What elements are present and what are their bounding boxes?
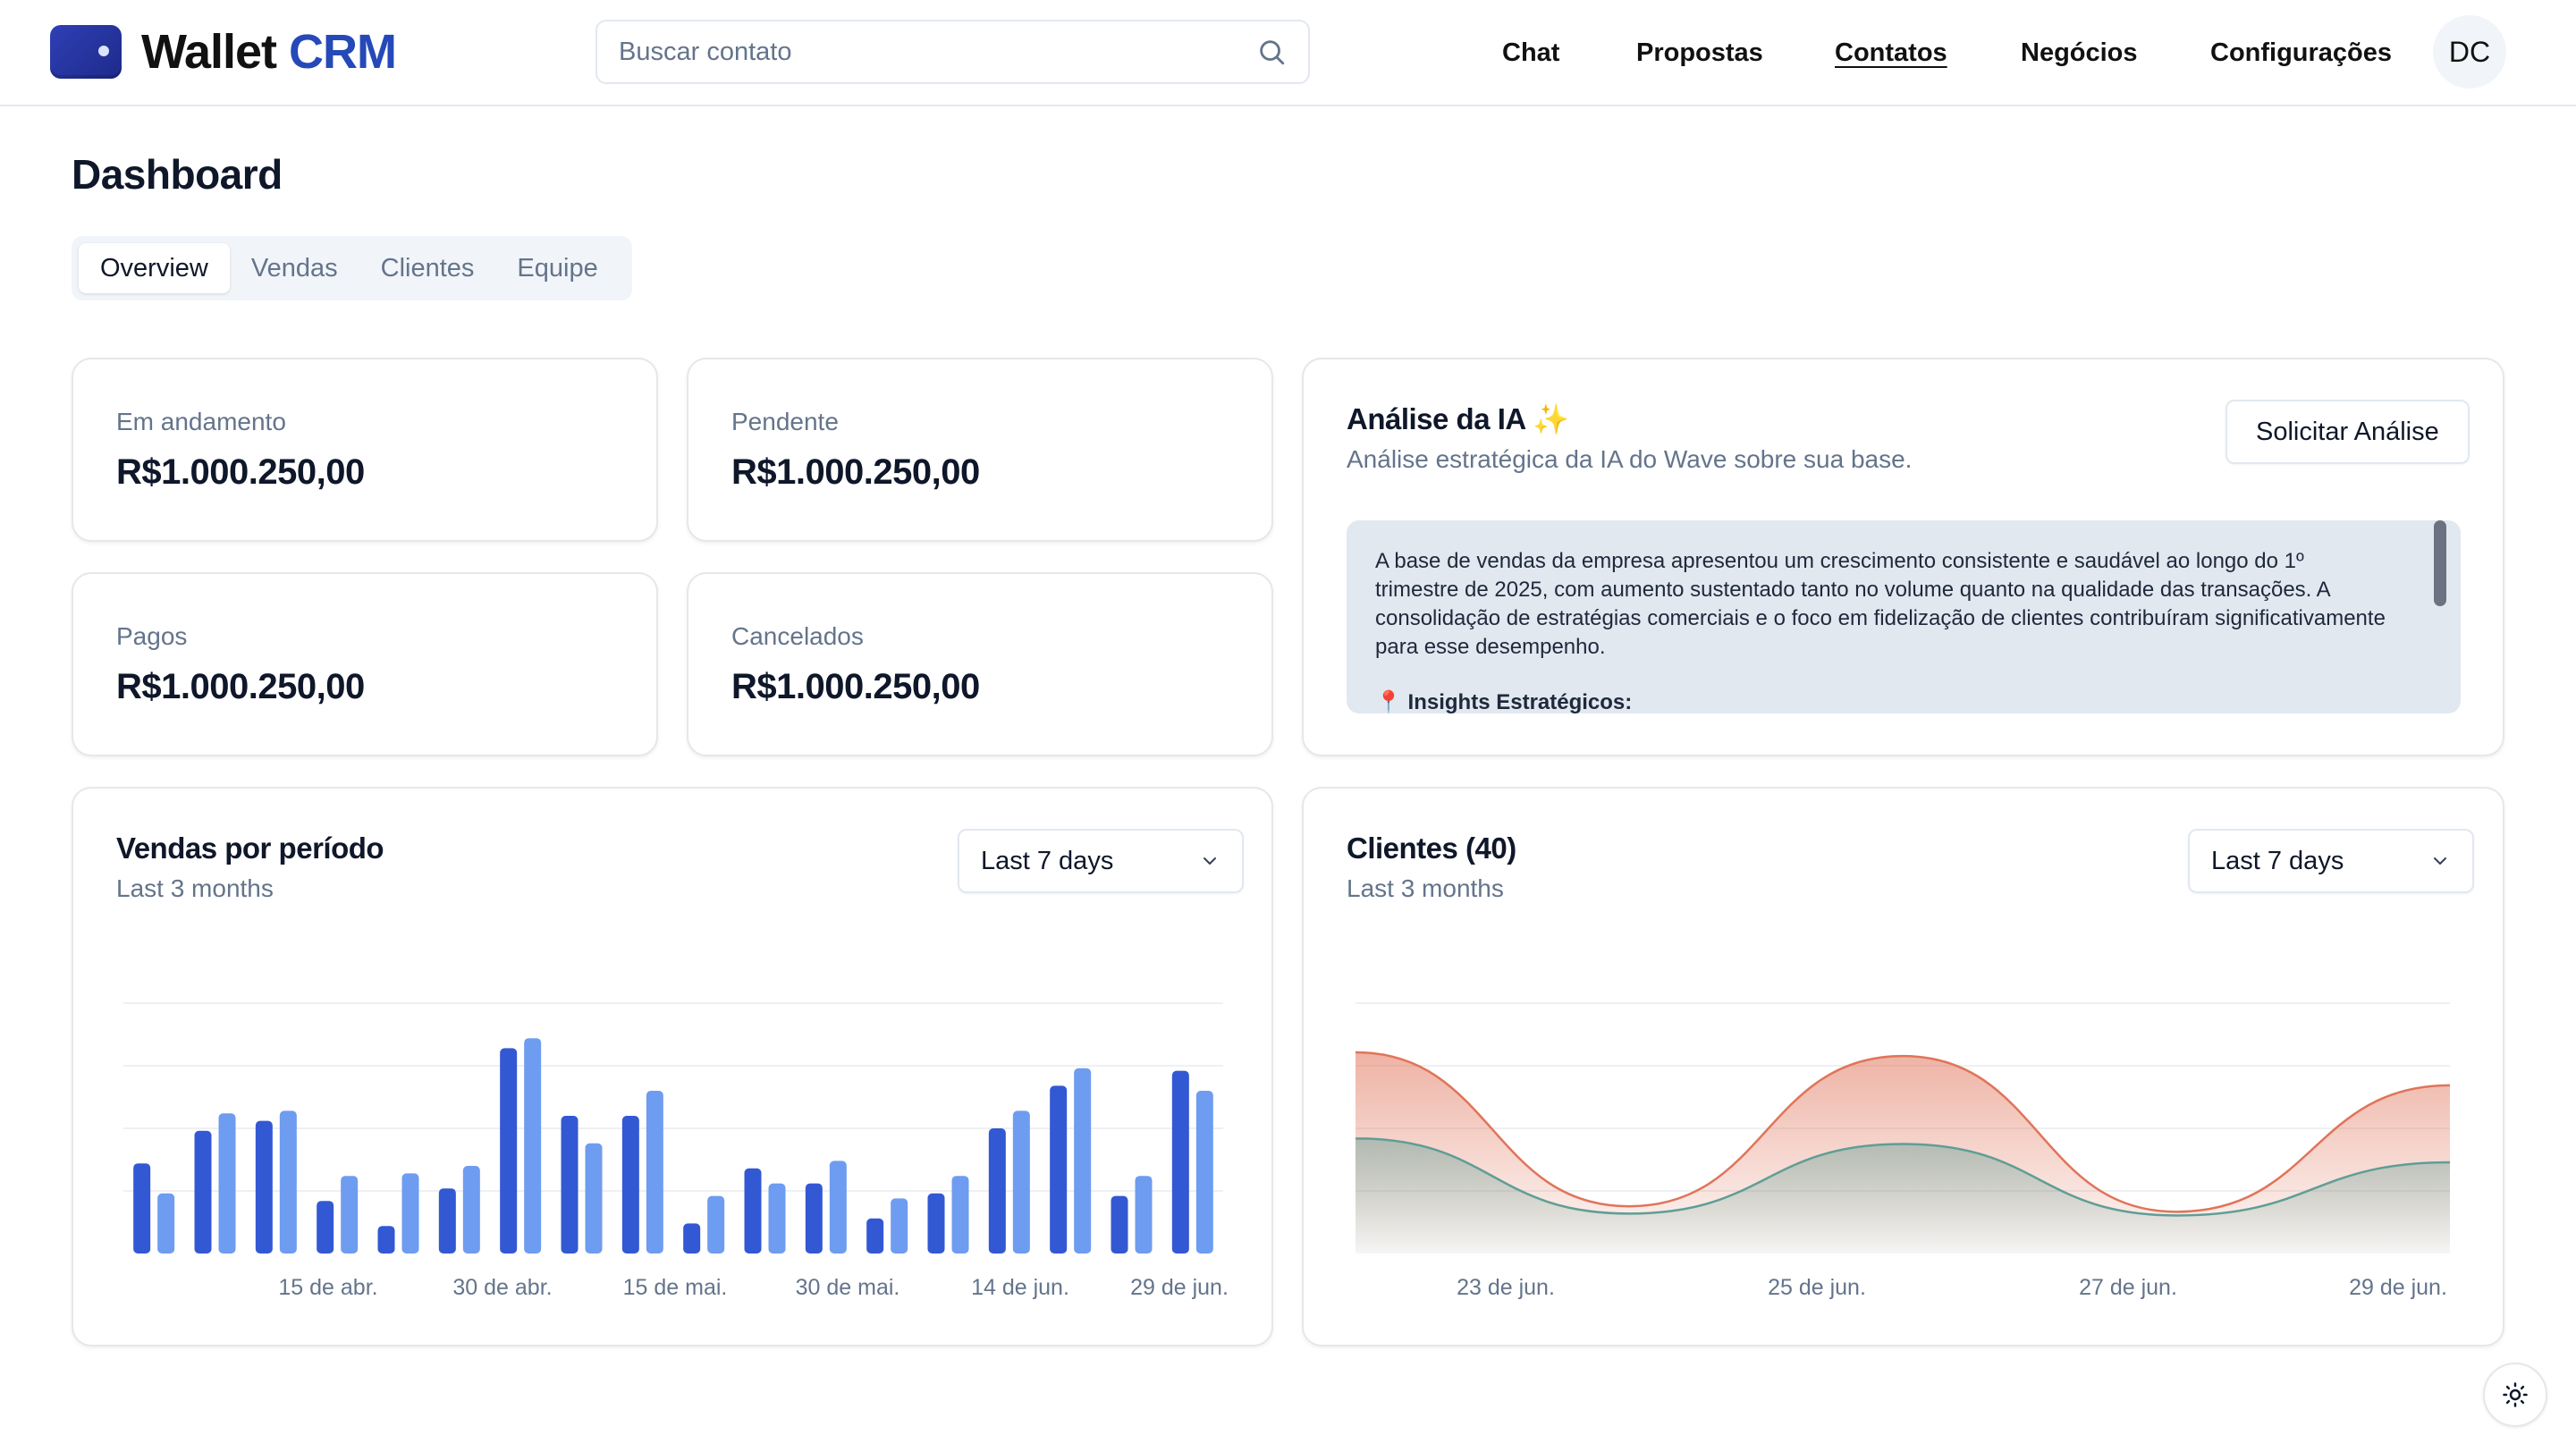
chart-bar[interactable] (1171, 1070, 1189, 1254)
chart-bar[interactable] (157, 1193, 175, 1254)
tab-clientes[interactable]: Clientes (359, 243, 496, 293)
chart-bar[interactable] (133, 1163, 151, 1254)
chart-bar[interactable] (829, 1161, 847, 1254)
chart-bar[interactable] (317, 1201, 334, 1254)
chart-bar[interactable] (1050, 1085, 1068, 1254)
x-tick-label: 30 de mai. (796, 1275, 900, 1300)
clients-area-chart: 23 de jun. 25 de jun. 27 de jun. 29 de jun. (1355, 1002, 2451, 1300)
search-input[interactable] (619, 37, 1256, 67)
sales-bar-chart: 15 de abr. 30 de abr. 15 de mai. 30 de mai.… (123, 1002, 1229, 1300)
user-avatar[interactable]: DC (2433, 15, 2506, 89)
tab-equipe[interactable]: Equipe (495, 243, 619, 293)
nav-configuracoes-label[interactable]: Configurações (2210, 38, 2392, 68)
nav-negocios[interactable]: Negócios (2021, 0, 2138, 106)
x-tick-label: 14 de jun. (971, 1275, 1069, 1300)
x-tick-label: 15 de mai. (623, 1275, 728, 1300)
chart-bar[interactable] (438, 1188, 456, 1254)
logo-text-main: Wallet (141, 25, 277, 79)
nav-configuracoes[interactable]: Configurações (2210, 0, 2392, 106)
top-header: Wallet CRM Chat Propostas Contatos Negóc… (0, 0, 2576, 106)
tab-overview[interactable]: Overview (79, 243, 230, 293)
x-tick-label: 29 de jun. (2349, 1275, 2447, 1300)
chart-bar[interactable] (1135, 1176, 1153, 1254)
x-tick-label: 25 de jun. (1768, 1275, 1866, 1300)
theme-toggle-button[interactable] (2483, 1363, 2547, 1427)
nav-negocios-label[interactable]: Negócios (2021, 38, 2138, 68)
chart-bar[interactable] (255, 1120, 273, 1254)
nav-contatos[interactable]: Contatos (1835, 0, 1947, 106)
wallet-logo-icon (50, 25, 122, 79)
chart-bar[interactable] (1074, 1068, 1092, 1254)
chart-bar[interactable] (927, 1193, 945, 1254)
stat-label: Pagos (116, 622, 188, 650)
chart-bar[interactable] (585, 1143, 603, 1254)
chart-bar[interactable] (561, 1116, 579, 1254)
stat-card-em-andamento: Em andamento R$1.000.250,00 (72, 358, 658, 542)
stat-label: Cancelados (731, 622, 864, 650)
search-box (595, 20, 1310, 84)
clients-chart-card: Clientes (40) Last 3 months Last 7 days … (1302, 787, 2504, 1346)
chart-bar[interactable] (401, 1173, 419, 1254)
nav-propostas[interactable]: Propostas (1636, 0, 1763, 106)
stat-label: Pendente (731, 408, 839, 435)
x-tick-label: 29 de jun. (1130, 1275, 1229, 1300)
stat-card-pendente: Pendente R$1.000.250,00 (687, 358, 1273, 542)
logo-text: Wallet CRM (141, 24, 397, 80)
dashboard-tabs: Overview Vendas Clientes Equipe (72, 236, 632, 300)
ai-analysis-card: Análise da IA ✨ Análise estratégica da I… (1302, 358, 2504, 756)
ai-box-scrollbar[interactable] (2434, 520, 2446, 606)
chart-bar[interactable] (951, 1176, 969, 1254)
stat-card-cancelados: Cancelados R$1.000.250,00 (687, 572, 1273, 756)
chart-bar[interactable] (707, 1195, 725, 1254)
chart-bar[interactable] (1111, 1195, 1128, 1254)
ai-analysis-text: A base de vendas da empresa apresentou u… (1375, 549, 2386, 659)
chart-bar[interactable] (218, 1113, 236, 1254)
nav-contatos-label[interactable]: Contatos (1835, 38, 1947, 68)
chart-bar[interactable] (866, 1218, 884, 1254)
nav-chat[interactable]: Chat (1502, 0, 1559, 106)
stat-value: R$1.000.250,00 (116, 667, 365, 706)
chart-bar[interactable] (891, 1198, 908, 1254)
chart-bar[interactable] (646, 1091, 663, 1254)
chart-bar[interactable] (341, 1176, 359, 1254)
chart-bar[interactable] (1195, 1091, 1213, 1254)
chart-bar[interactable] (524, 1038, 542, 1254)
chart-bar[interactable] (683, 1223, 701, 1254)
chart-bar[interactable] (279, 1110, 297, 1254)
x-tick-label: 30 de abr. (452, 1275, 552, 1300)
x-tick-label: 23 de jun. (1457, 1275, 1555, 1300)
tab-vendas[interactable]: Vendas (230, 243, 359, 293)
nav-chat-label[interactable]: Chat (1502, 38, 1559, 68)
chart-bar[interactable] (377, 1226, 395, 1254)
sales-chart-card: Vendas por período Last 3 months Last 7 … (72, 787, 1273, 1346)
stat-label: Em andamento (116, 408, 286, 435)
chart-bar[interactable] (805, 1183, 823, 1254)
chart-bar[interactable] (621, 1116, 639, 1254)
x-tick-label: 15 de abr. (278, 1275, 377, 1300)
stat-card-pagos: Pagos R$1.000.250,00 (72, 572, 658, 756)
chart-bar[interactable] (500, 1048, 518, 1254)
chart-bar[interactable] (1012, 1110, 1030, 1254)
chart-bar[interactable] (988, 1128, 1006, 1254)
ai-card-subtitle: Análise estratégica da IA do Wave sobre … (1347, 445, 1913, 473)
app-logo[interactable]: Wallet CRM (50, 24, 397, 80)
chart-bar[interactable] (462, 1166, 480, 1254)
ai-card-title: Análise da IA ✨ (1347, 402, 1569, 435)
chart-bar[interactable] (194, 1130, 212, 1254)
page-title: Dashboard (72, 151, 283, 198)
chart-bar[interactable] (768, 1183, 786, 1254)
logo-text-accent: CRM (289, 25, 397, 79)
request-analysis-button[interactable]: Solicitar Análise (2225, 400, 2470, 464)
search-icon[interactable] (1256, 37, 1287, 67)
sun-icon (2503, 1382, 2528, 1407)
x-tick-label: 27 de jun. (2079, 1275, 2177, 1300)
ai-insights-heading: 📍 Insights Estratégicos: (1375, 690, 1633, 713)
chart-bar[interactable] (744, 1168, 762, 1254)
stat-value: R$1.000.250,00 (731, 452, 980, 492)
stat-value: R$1.000.250,00 (731, 667, 980, 706)
ai-analysis-text-box[interactable]: A base de vendas da empresa apresentou u… (1347, 520, 2461, 713)
stat-value: R$1.000.250,00 (116, 452, 365, 492)
nav-propostas-label[interactable]: Propostas (1636, 38, 1763, 68)
